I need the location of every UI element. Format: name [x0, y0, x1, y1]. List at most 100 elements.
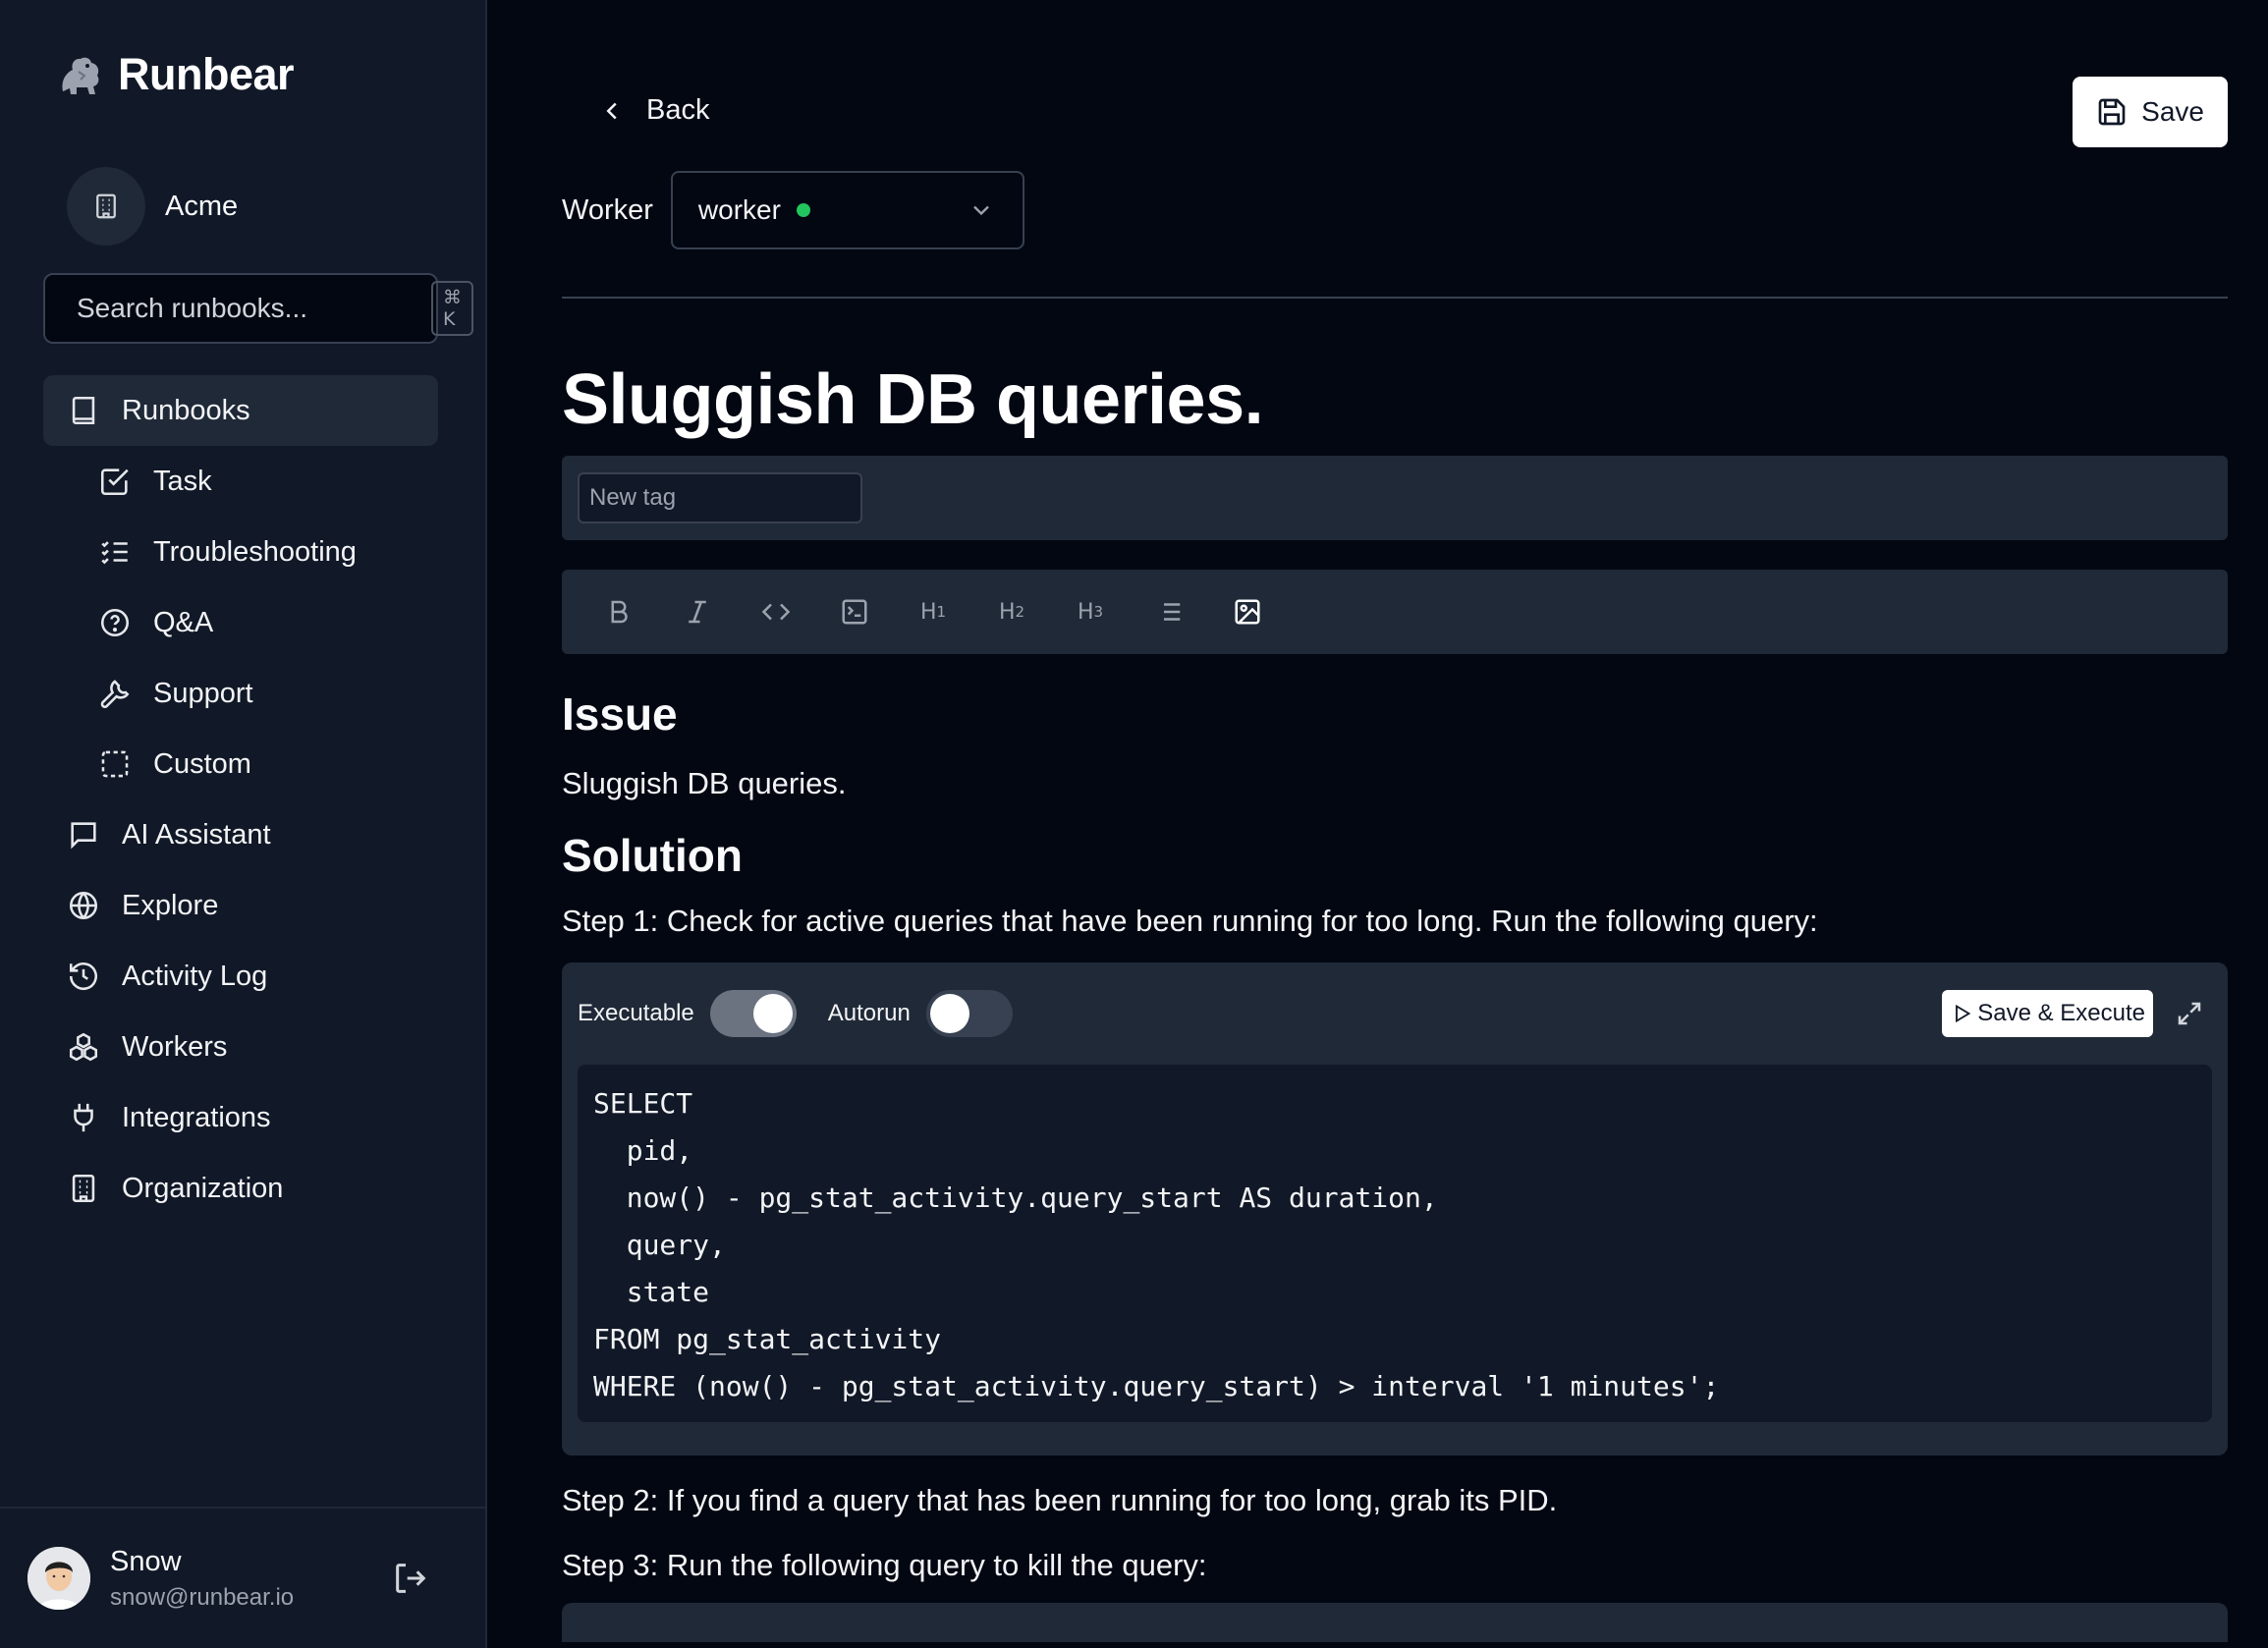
sidebar-item-troubleshooting[interactable]: Troubleshooting: [43, 517, 438, 587]
user-name: Snow: [110, 1545, 182, 1577]
sidebar: Runbear Acme ⌘ K Runbooks Task: [0, 0, 487, 1648]
boxes-icon: [67, 1030, 100, 1064]
sidebar-item-label: Workers: [122, 1030, 228, 1063]
heading-3-button[interactable]: H3: [1069, 590, 1112, 633]
save-and-execute-label: Save & Execute: [1977, 1000, 2145, 1026]
executable-label: Executable: [578, 1000, 694, 1026]
autorun-toggle[interactable]: [925, 990, 1013, 1037]
worker-value: worker: [697, 194, 781, 225]
save-and-execute-button[interactable]: Save & Execute: [1942, 990, 2153, 1037]
plug-icon: [67, 1101, 100, 1134]
sidebar-item-explore[interactable]: Explore: [43, 870, 438, 941]
sidebar-item-label: Support: [153, 677, 253, 709]
solution-heading: Solution: [562, 830, 743, 881]
editor-toolbar: H1 H2 H3: [562, 570, 2228, 654]
expand-icon[interactable]: [2175, 999, 2204, 1028]
help-circle-icon: [98, 606, 132, 639]
sidebar-item-runbooks[interactable]: Runbooks: [43, 375, 438, 446]
save-button[interactable]: Save: [2073, 77, 2228, 147]
toggle-knob: [929, 994, 969, 1033]
page-title[interactable]: Sluggish DB queries.: [562, 359, 1264, 440]
play-icon: [1952, 1004, 1971, 1023]
heading-1-sub: 1: [936, 603, 947, 621]
org-switcher[interactable]: Acme: [67, 167, 238, 246]
image-button[interactable]: [1226, 590, 1269, 633]
history-icon: [67, 960, 100, 993]
wrench-icon: [98, 677, 132, 710]
bold-button[interactable]: [597, 590, 640, 633]
sidebar-item-label: Explore: [122, 889, 219, 921]
sidebar-item-workers[interactable]: Workers: [43, 1012, 438, 1082]
bold-icon: [611, 600, 628, 624]
heading-1-label: H: [919, 599, 937, 625]
user-profile[interactable]: Snow snow@runbear.io: [0, 1507, 485, 1648]
search-input[interactable]: [77, 293, 431, 324]
sidebar-item-label: Custom: [153, 747, 251, 780]
new-tag-input[interactable]: [578, 472, 862, 523]
sidebar-nav: Runbooks Task Troubleshooting Q&A Suppor…: [43, 375, 438, 1224]
chat-bubble-icon: [67, 818, 100, 851]
terminal-square-icon: [842, 599, 867, 625]
code-editor[interactable]: SELECT pid, now() - pg_stat_activity.que…: [578, 1065, 2212, 1422]
worker-status-dot: [796, 203, 810, 217]
brand[interactable]: Runbear: [55, 49, 295, 100]
sidebar-item-task[interactable]: Task: [43, 446, 438, 517]
user-email: snow@runbear.io: [110, 1583, 295, 1611]
sidebar-item-activity-log[interactable]: Activity Log: [43, 941, 438, 1012]
building-icon: [67, 167, 145, 246]
globe-icon: [67, 889, 100, 922]
heading-3-sub: 3: [1093, 603, 1104, 621]
italic-icon: [689, 600, 706, 624]
worker-label: Worker: [562, 193, 653, 226]
document-body[interactable]: Issue Sluggish DB queries. Solution Step…: [562, 687, 2228, 1642]
sidebar-item-organization[interactable]: Organization: [43, 1153, 438, 1224]
chevron-left-icon: [597, 96, 627, 126]
list-icon: [1157, 603, 1181, 621]
sidebar-item-custom[interactable]: Custom: [43, 729, 438, 799]
search-shortcut-badge: ⌘ K: [431, 281, 473, 336]
search-box[interactable]: ⌘ K: [43, 273, 473, 344]
sidebar-item-integrations[interactable]: Integrations: [43, 1082, 438, 1153]
list-checks-icon: [98, 535, 132, 569]
code-block-button[interactable]: [833, 590, 876, 633]
italic-button[interactable]: [676, 590, 719, 633]
heading-3-label: H: [1077, 599, 1094, 625]
chevron-down-icon: [968, 196, 995, 224]
issue-heading: Issue: [562, 688, 678, 740]
sidebar-item-support[interactable]: Support: [43, 658, 438, 729]
autorun-label: Autorun: [827, 1000, 911, 1026]
sidebar-item-label: AI Assistant: [122, 818, 271, 851]
heading-1-button[interactable]: H1: [912, 590, 955, 633]
sidebar-item-qa[interactable]: Q&A: [43, 587, 438, 658]
org-name: Acme: [165, 190, 239, 222]
code-icon: [761, 603, 791, 621]
dashed-square-icon: [98, 747, 132, 781]
heading-2-button[interactable]: H2: [990, 590, 1033, 633]
user-info: Snow snow@runbear.io: [110, 1546, 391, 1612]
sidebar-item-ai-assistant[interactable]: AI Assistant: [43, 799, 438, 870]
back-button[interactable]: Back: [597, 94, 709, 127]
sidebar-item-label: Task: [153, 465, 212, 497]
logout-icon[interactable]: [391, 1559, 430, 1598]
step-3-text: Step 3: Run the following query to kill …: [562, 1548, 1207, 1582]
book-icon: [67, 394, 100, 427]
bullet-list-button[interactable]: [1147, 590, 1190, 633]
sidebar-item-label: Organization: [122, 1172, 284, 1204]
executable-toggle[interactable]: [709, 990, 797, 1037]
save-label: Save: [2141, 96, 2204, 127]
sidebar-item-label: Integrations: [122, 1101, 271, 1133]
code-button[interactable]: [754, 590, 798, 633]
heading-2-label: H: [998, 599, 1016, 625]
brand-name: Runbear: [118, 49, 295, 99]
heading-2-sub: 2: [1015, 603, 1025, 621]
avatar: [28, 1547, 90, 1610]
header-divider: [562, 297, 2228, 299]
worker-select[interactable]: worker: [670, 171, 1024, 249]
code-block-header: Executable Autorun Save & Execute: [578, 978, 2212, 1049]
toggle-knob: [752, 994, 793, 1033]
step-2-text: Step 2: If you find a query that has bee…: [562, 1483, 1558, 1517]
image-icon: [1235, 599, 1260, 625]
checkbox-icon: [98, 465, 132, 498]
sidebar-item-label: Q&A: [153, 606, 214, 638]
building-icon: [67, 1172, 100, 1205]
